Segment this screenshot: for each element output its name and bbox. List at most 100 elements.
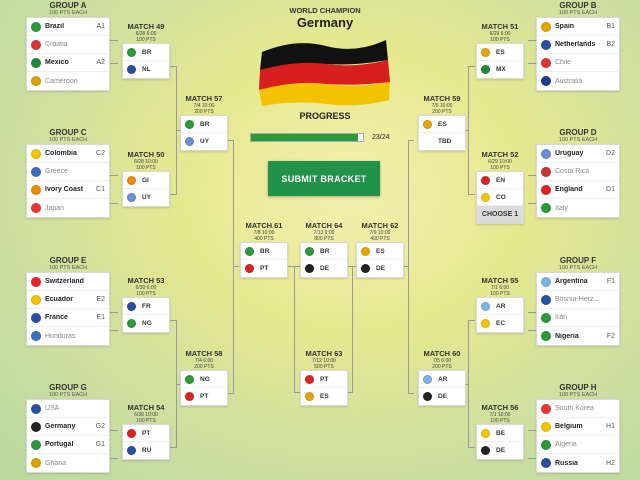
match-team-option[interactable]: NL bbox=[123, 61, 169, 78]
match-49: MATCH 49 6/28 6:00 100 PTS BR NL bbox=[122, 22, 170, 79]
group-team-row[interactable]: Cameroon bbox=[27, 72, 109, 90]
team-code: PT bbox=[200, 393, 209, 400]
group-points: 100 PTS EACH bbox=[558, 10, 598, 16]
team-position: E2 bbox=[96, 296, 105, 303]
match-title: MATCH 60 bbox=[423, 349, 461, 358]
group-team-row[interactable]: Russia H2 bbox=[537, 454, 619, 472]
team-flag-icon bbox=[541, 76, 551, 86]
team-flag-icon bbox=[31, 184, 41, 195]
match-team-option[interactable]: RU bbox=[123, 442, 169, 459]
match-team-option[interactable]: NG bbox=[123, 315, 169, 332]
group-team-row[interactable]: Greece bbox=[27, 163, 109, 181]
group-team-row[interactable]: Costa Rica bbox=[537, 163, 619, 181]
group-team-row[interactable]: Australia bbox=[537, 72, 619, 90]
submit-bracket-button[interactable]: SUBMIT BRACKET bbox=[268, 161, 380, 196]
team-code: BR bbox=[320, 247, 330, 255]
group-team-row[interactable]: Nigeria F2 bbox=[537, 327, 619, 345]
match-team-option[interactable]: FR bbox=[123, 298, 169, 315]
group-team-row[interactable]: Chile bbox=[537, 54, 619, 72]
group-team-row[interactable]: France E1 bbox=[27, 309, 109, 327]
choose-one-button[interactable]: CHOOSE 1 bbox=[477, 206, 523, 223]
team-flag-icon bbox=[541, 331, 551, 341]
group-team-row[interactable]: Switzerland bbox=[27, 273, 109, 291]
match-58: MATCH 58 7/4 6:00 200 PTS NG PT bbox=[180, 349, 228, 406]
match-team-option[interactable]: DE bbox=[357, 260, 403, 277]
match-team-option[interactable]: ES bbox=[301, 388, 347, 405]
team-flag-icon bbox=[541, 458, 551, 468]
team-name: Chile bbox=[555, 59, 571, 66]
match-team-option[interactable]: BR bbox=[123, 44, 169, 61]
match-team-option[interactable]: AR bbox=[477, 298, 523, 315]
team-flag-icon bbox=[31, 403, 41, 414]
group-team-row[interactable]: Uruguay D2 bbox=[537, 145, 619, 163]
team-name: Croatia bbox=[45, 41, 68, 48]
group-team-row[interactable]: Germany G2 bbox=[27, 418, 109, 436]
match-team-option[interactable]: UY bbox=[181, 133, 227, 150]
match-team-option[interactable]: PT bbox=[181, 388, 227, 405]
progress-text: 23/24 bbox=[372, 134, 390, 141]
match-team-option[interactable]: PT bbox=[123, 425, 169, 442]
match-title: MATCH 49 bbox=[127, 22, 165, 31]
group-team-row[interactable]: Ecuador E2 bbox=[27, 291, 109, 309]
group-team-row[interactable]: Argentina F1 bbox=[537, 273, 619, 291]
match-team-option[interactable]: EN bbox=[477, 172, 523, 189]
team-flag-icon bbox=[31, 421, 41, 432]
match-team-option[interactable]: NG bbox=[181, 371, 227, 388]
group-team-row[interactable]: South Korea bbox=[537, 400, 619, 418]
match-team-option[interactable]: ES bbox=[419, 116, 465, 133]
team-code: ES bbox=[320, 393, 329, 400]
group-team-row[interactable]: Japan bbox=[27, 199, 109, 217]
team-code: MX bbox=[496, 66, 506, 73]
group-team-row[interactable]: Belgium H1 bbox=[537, 418, 619, 436]
group-team-row[interactable]: Italy bbox=[537, 199, 619, 217]
team-flag-icon bbox=[305, 392, 314, 401]
group-team-row[interactable]: England D1 bbox=[537, 181, 619, 199]
group-team-row[interactable]: Mexico A2 bbox=[27, 54, 109, 72]
group-title: GROUP A bbox=[49, 1, 87, 10]
match-team-option[interactable]: DE bbox=[419, 388, 465, 405]
match-team-option[interactable]: EC bbox=[477, 315, 523, 332]
progress-label: PROGRESS bbox=[299, 111, 351, 121]
team-name: Algeria bbox=[555, 441, 577, 448]
match-team-option[interactable]: ES bbox=[477, 44, 523, 61]
team-flag-icon bbox=[541, 403, 551, 414]
group-team-row[interactable]: Ivory Coast C1 bbox=[27, 181, 109, 199]
match-team-option[interactable]: ES bbox=[357, 243, 403, 260]
team-code: BR bbox=[200, 120, 210, 128]
group-team-row[interactable]: Spain B1 bbox=[537, 18, 619, 36]
team-name: Ecuador bbox=[45, 296, 74, 303]
group-team-row[interactable]: Portugal G1 bbox=[27, 436, 109, 454]
group-title: GROUP D bbox=[559, 128, 597, 137]
match-team-option[interactable]: TBD bbox=[419, 133, 465, 150]
match-team-option[interactable]: PT bbox=[241, 260, 287, 277]
group-team-row[interactable]: Honduras bbox=[27, 327, 109, 345]
match-team-option[interactable]: AR bbox=[419, 371, 465, 388]
group-team-row[interactable]: Colombia C2 bbox=[27, 145, 109, 163]
match-team-option[interactable]: DE bbox=[301, 260, 347, 277]
match-team-option[interactable]: BR bbox=[301, 243, 347, 260]
group-team-row[interactable]: Croatia bbox=[27, 36, 109, 54]
group-team-row[interactable]: Bosnia-Herz... bbox=[537, 291, 619, 309]
match-team-option[interactable]: DE bbox=[477, 442, 523, 459]
match-team-option[interactable]: UY bbox=[123, 189, 169, 206]
match-team-option[interactable]: PT bbox=[301, 371, 347, 388]
match-team-option[interactable]: BR bbox=[181, 116, 227, 133]
group-points: 100 PTS EACH bbox=[48, 265, 88, 271]
group-team-row[interactable]: Brazil A1 bbox=[27, 18, 109, 36]
match-team-option[interactable]: GI bbox=[123, 172, 169, 189]
team-code: PT bbox=[320, 375, 329, 383]
group-title: GROUP H bbox=[559, 383, 597, 392]
group-team-row[interactable]: USA bbox=[27, 400, 109, 418]
match-team-option[interactable]: BE bbox=[477, 425, 523, 442]
match-team-option[interactable]: BR bbox=[241, 243, 287, 260]
group-team-row[interactable]: Ghana bbox=[27, 454, 109, 472]
group-team-row[interactable]: Algeria bbox=[537, 436, 619, 454]
match-team-option[interactable]: MX bbox=[477, 61, 523, 78]
group-team-row[interactable]: Iran bbox=[537, 309, 619, 327]
match-team-option[interactable]: CO bbox=[477, 189, 523, 206]
team-name: Colombia bbox=[45, 150, 77, 157]
germany-flag-icon bbox=[259, 40, 390, 106]
match-title: MATCH 52 bbox=[481, 150, 519, 159]
group-team-row[interactable]: Netherlands B2 bbox=[537, 36, 619, 54]
team-flag-icon bbox=[541, 276, 551, 287]
